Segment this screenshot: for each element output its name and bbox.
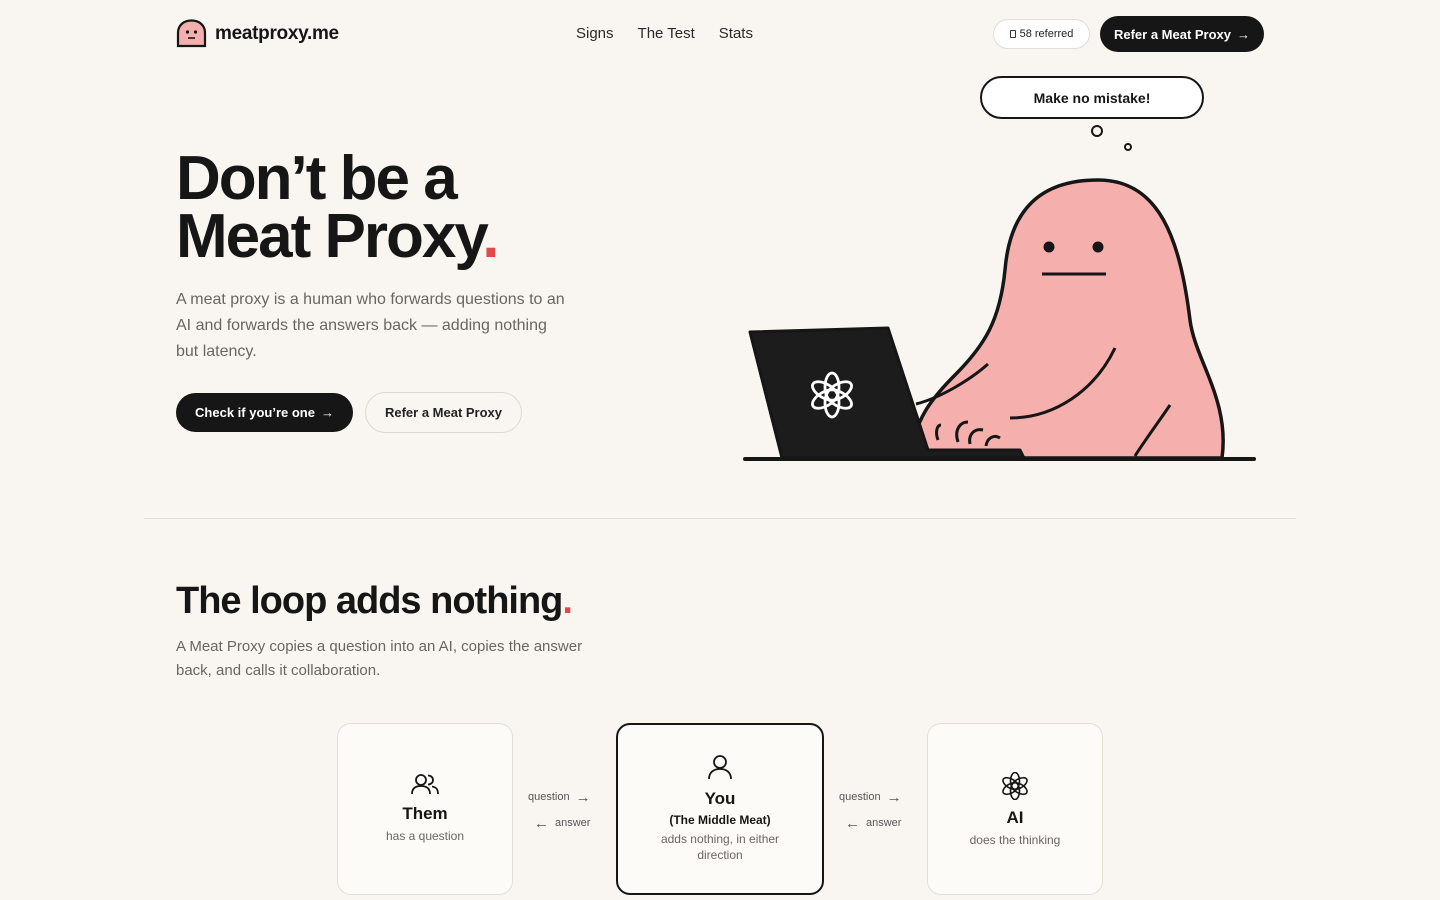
hero-illustration xyxy=(743,125,1256,461)
hero-title-dot: . xyxy=(482,202,499,271)
hero-subtitle: A meat proxy is a human who forwards que… xyxy=(176,291,565,360)
refer-button-header[interactable]: Refer a Meat Proxy → xyxy=(1100,16,1264,52)
refer-button-label: Refer a Meat Proxy xyxy=(1113,26,1232,42)
card-you-subtitle: (The Middle Meat) xyxy=(669,813,771,827)
card-you-desc: adds nothing, in either direction xyxy=(660,832,780,862)
thought-dot-large xyxy=(1091,125,1103,137)
question-label: question xyxy=(839,791,881,803)
flow-arrows-left: question → ← answer xyxy=(528,788,608,840)
arrow-left-icon: ← xyxy=(534,814,549,832)
answer-label: answer xyxy=(555,817,591,829)
logo-text: meatproxy.me xyxy=(215,22,339,44)
question-arrow: question → xyxy=(839,788,919,806)
arrow-left-icon: ← xyxy=(845,814,860,832)
hero-title: Don’t be a Meat Proxy. xyxy=(176,148,499,268)
question-label: question xyxy=(528,791,570,803)
person-icon xyxy=(708,755,732,780)
flow-arrows-right: question → ← answer xyxy=(839,788,919,840)
hero-title-line2: Meat Proxy xyxy=(176,202,484,271)
blob-character xyxy=(908,178,1225,460)
card-them: Them has a question xyxy=(337,723,513,895)
people-icon xyxy=(411,774,439,795)
arrow-right-icon: → xyxy=(886,788,902,806)
card-them-desc: has a question xyxy=(385,829,465,843)
loop-title-text: The loop adds nothing xyxy=(176,580,563,622)
loop-subtitle: A Meat Proxy copies a question into an A… xyxy=(176,638,583,679)
loop-title: The loop adds nothing. xyxy=(176,580,573,623)
blob-eye-right xyxy=(1092,241,1104,253)
nav-signs[interactable]: Signs xyxy=(576,25,614,42)
card-them-title: Them xyxy=(402,804,448,823)
arrow-right-icon: → xyxy=(1237,26,1251,42)
thought-dot-small xyxy=(1124,143,1132,151)
arrow-right-icon: → xyxy=(575,788,591,806)
site-header: meatproxy.me Signs The Test Stats 58 ref… xyxy=(0,0,1440,68)
question-arrow: question → xyxy=(528,788,608,806)
answer-label: answer xyxy=(866,817,902,829)
logo[interactable]: meatproxy.me xyxy=(176,19,339,48)
section-divider xyxy=(144,518,1296,519)
thought-bubble: Make no mistake! xyxy=(980,76,1204,119)
card-ai-desc: does the thinking xyxy=(969,833,1061,847)
check-button-label: Check if you’re one xyxy=(195,405,315,420)
main-nav: Signs The Test Stats xyxy=(576,25,753,42)
nav-the-test[interactable]: The Test xyxy=(638,25,695,42)
referred-count-badge: 58 referred xyxy=(993,19,1090,49)
referred-count-label: 58 referred xyxy=(1019,28,1074,40)
card-ai-title: AI xyxy=(1006,808,1024,827)
card-you: You (The Middle Meat) adds nothing, in e… xyxy=(616,723,824,895)
blob-eye-left xyxy=(1043,241,1055,253)
loop-title-dot: . xyxy=(562,580,573,622)
blob-logo-icon xyxy=(176,19,207,48)
check-if-youre-one-button[interactable]: Check if you’re one → xyxy=(176,393,353,432)
refer-meat-proxy-button[interactable]: Refer a Meat Proxy xyxy=(365,392,522,433)
referred-icon xyxy=(1009,30,1016,38)
openai-icon xyxy=(1002,772,1028,800)
arrow-right-icon: → xyxy=(320,405,334,420)
card-ai: AI does the thinking xyxy=(927,723,1103,895)
answer-arrow: ← answer xyxy=(528,814,608,832)
nav-stats[interactable]: Stats xyxy=(719,25,753,42)
answer-arrow: ← answer xyxy=(839,814,919,832)
card-you-title: You xyxy=(704,789,736,808)
